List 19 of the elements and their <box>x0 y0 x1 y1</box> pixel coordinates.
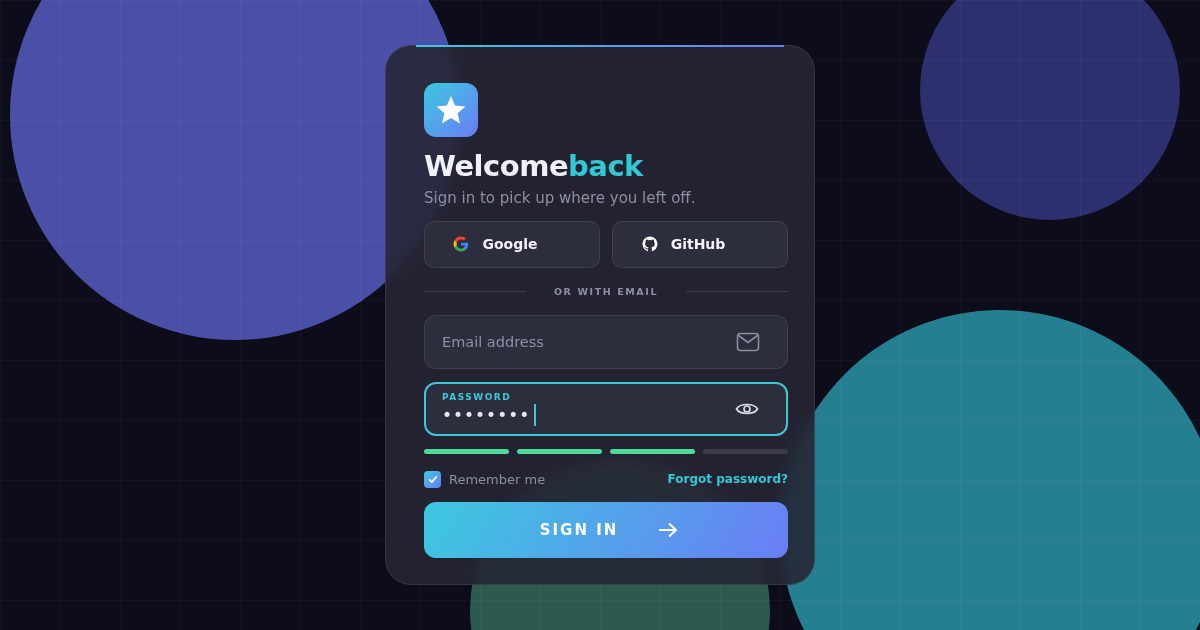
password-field[interactable]: PASSWORD •••••••• <box>424 381 788 436</box>
envelope-icon <box>736 331 760 352</box>
password-value: •••••••• <box>442 403 531 426</box>
welcome-heading: Welcomeback <box>424 151 643 183</box>
field-label: PASSWORD <box>442 391 512 402</box>
forgot-password-link[interactable]: Forgot password? <box>667 472 788 487</box>
email-field[interactable]: Email address <box>424 314 788 369</box>
remember-checkbox[interactable] <box>424 470 441 488</box>
github-icon <box>640 235 659 254</box>
divider-label: OR WITH EMAIL <box>553 285 659 297</box>
google-button[interactable]: Google <box>424 220 600 268</box>
star-logo-icon <box>424 83 478 137</box>
subtitle: Sign in to pick up where you left off. <box>424 188 696 207</box>
github-button[interactable]: GitHub <box>612 220 788 268</box>
checkmark-icon <box>426 473 439 486</box>
text-cursor <box>534 403 537 426</box>
remember-label: Remember me <box>449 471 546 487</box>
arrow-right-icon <box>658 521 679 538</box>
google-icon <box>452 235 471 254</box>
